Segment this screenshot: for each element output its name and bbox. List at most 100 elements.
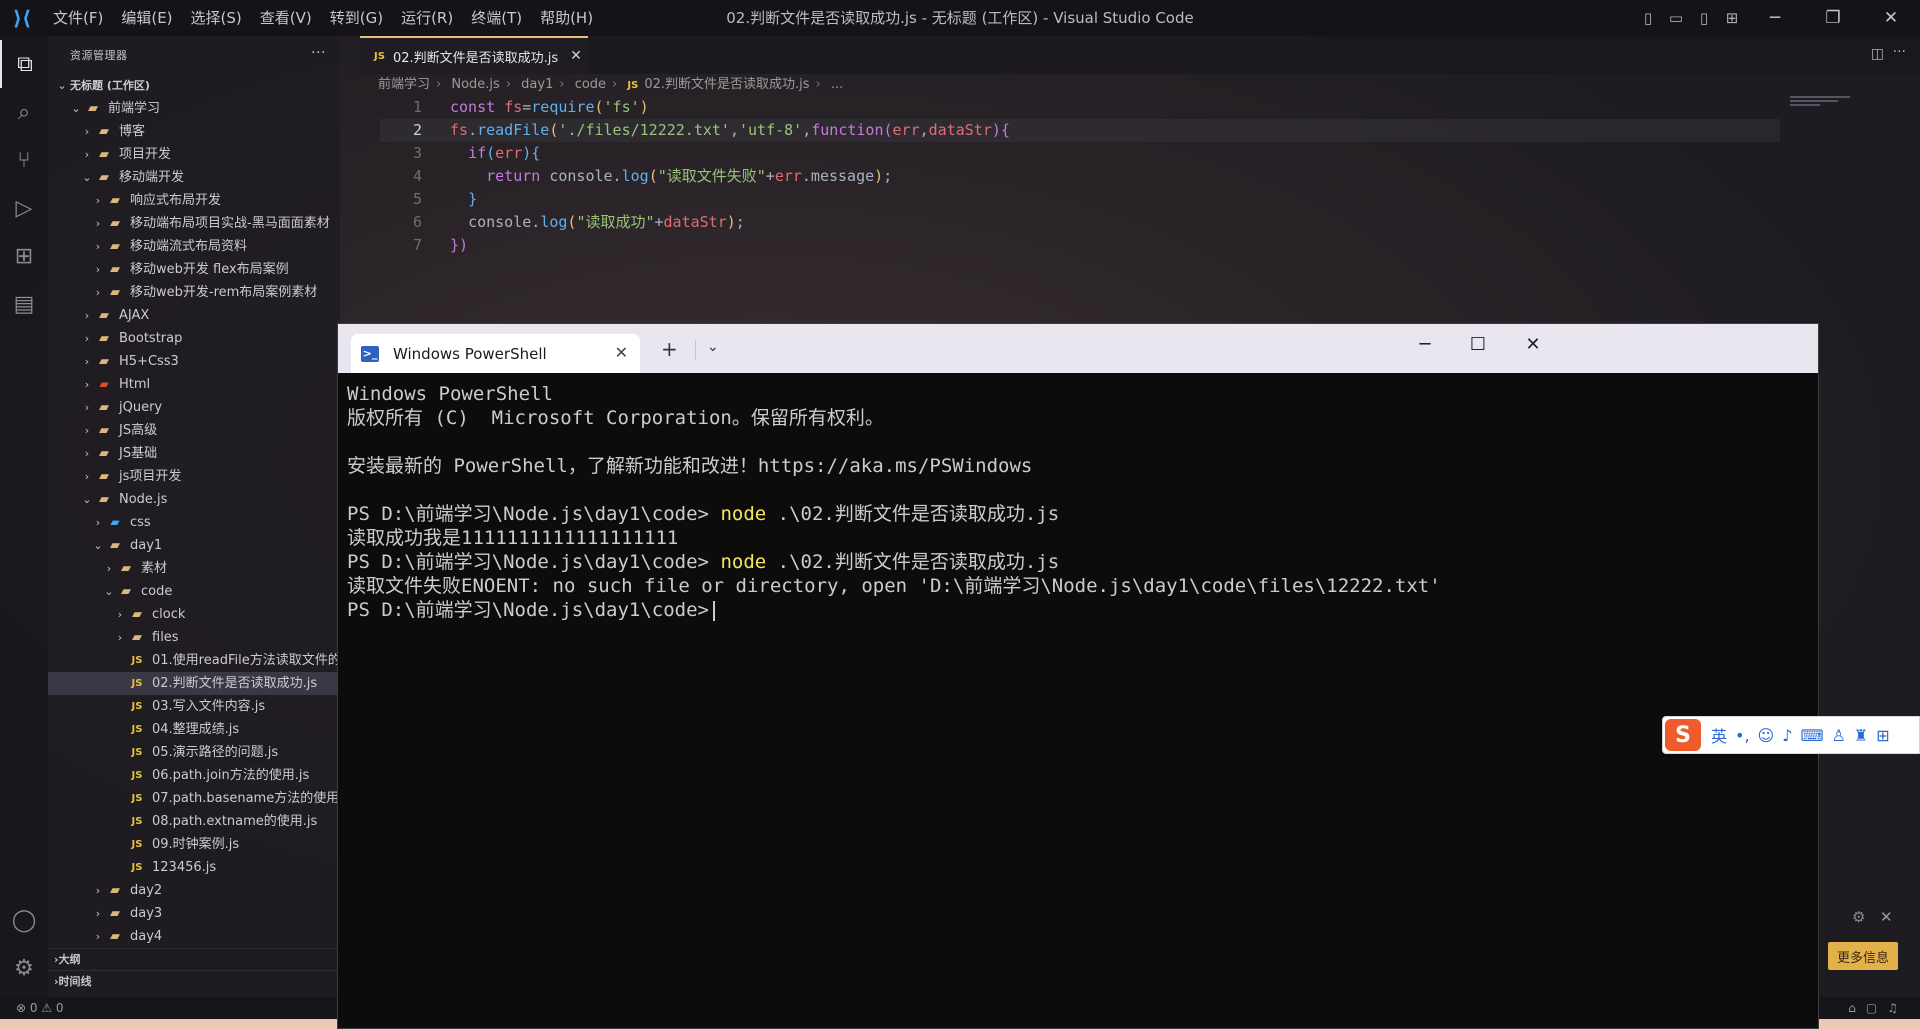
minimize-button[interactable]: ─ <box>1410 334 1440 355</box>
file-row[interactable]: JS 09.时钟案例.js <box>48 833 340 856</box>
folder-row[interactable]: › ▰ JS高级 <box>48 419 340 442</box>
folder-row[interactable]: ⌄ ▰ day1 <box>48 534 340 557</box>
run-debug-icon[interactable]: ▷ <box>0 184 48 232</box>
folder-row[interactable]: › ▰ day3 <box>48 902 340 925</box>
folder-row[interactable]: › ▰ day4 <box>48 925 340 948</box>
ime-toolbar[interactable]: S 英 •, ☺ ♪ ⌨ ♙ ♜ ⊞ <box>1662 716 1920 754</box>
folder-row[interactable]: › ▰ files <box>48 626 340 649</box>
folder-row[interactable]: › ▰ 素材 <box>48 557 340 580</box>
folder-row[interactable]: › ▰ jQuery <box>48 396 340 419</box>
remote-icon[interactable]: ⌂ <box>1848 1001 1866 1015</box>
breadcrumb-item[interactable]: code <box>575 77 606 92</box>
terminal-input-line[interactable]: PS D:\前端学习\Node.js\day1\code> <box>347 598 1441 622</box>
terminal-output[interactable]: Windows PowerShell 版权所有 (C) Microsoft Co… <box>347 382 1441 622</box>
menu-help[interactable]: 帮助(H) <box>531 0 602 36</box>
emoji-icon[interactable]: ☺ <box>1758 726 1775 745</box>
close-window-button[interactable]: ✕ <box>1518 334 1548 355</box>
folder-row[interactable]: › ▰ 移动web开发-rem布局案例素材 <box>48 281 340 304</box>
restore-button[interactable]: ❐ <box>1804 8 1862 28</box>
problems-indicator[interactable]: ⊗ 0 ⚠ 0 <box>16 1001 64 1015</box>
folder-row[interactable]: › ▰ JS基础 <box>48 442 340 465</box>
settings-gear-icon[interactable]: ⚙ <box>0 944 48 992</box>
folder-row[interactable]: › ▰ 响应式布局开发 <box>48 189 340 212</box>
source-control-icon[interactable]: ⑂ <box>0 136 48 184</box>
file-row[interactable]: JS 02.判断文件是否读取成功.js <box>48 672 340 695</box>
split-editor-icon[interactable]: ◫ <box>1871 46 1884 62</box>
punctuation-icon[interactable]: •, <box>1735 726 1750 745</box>
ime-mode-toggle[interactable]: 英 <box>1711 723 1727 747</box>
bell-icon[interactable]: ♫ <box>1887 1001 1908 1015</box>
outline-section[interactable]: ›大纲 <box>48 948 340 970</box>
folder-row[interactable]: › ▰ 移动端布局项目实战-黑马面面素材 <box>48 212 340 235</box>
menu-file[interactable]: 文件(F) <box>44 0 112 36</box>
folder-row[interactable]: › ▰ 移动web开发 flex布局案例 <box>48 258 340 281</box>
folder-row[interactable]: › ▰ 项目开发 <box>48 143 340 166</box>
toggle-sidebar-icon[interactable]: ▯ <box>1634 9 1662 27</box>
notification-settings-icon[interactable]: ⚙ <box>1852 908 1865 926</box>
keyboard-icon[interactable]: ⌨ <box>1800 726 1823 745</box>
code-editor[interactable]: 1 const fs=require('fs') 2 fs.readFile('./… <box>380 96 1780 257</box>
more-info-button[interactable]: 更多信息 <box>1828 942 1898 970</box>
remote-explorer-icon[interactable]: ▤ <box>0 280 48 328</box>
skin-icon[interactable]: ♜ <box>1854 726 1868 745</box>
breadcrumb-item[interactable]: 02.判断文件是否读取成功.js <box>644 77 809 92</box>
breadcrumb-item[interactable]: Node.js <box>451 77 499 92</box>
maximize-button[interactable]: ☐ <box>1463 334 1493 355</box>
editor-more-icon[interactable]: ··· <box>1893 44 1906 60</box>
folder-row[interactable]: › ▰ AJAX <box>48 304 340 327</box>
menu-run[interactable]: 运行(R) <box>392 0 462 36</box>
menu-terminal[interactable]: 终端(T) <box>462 0 531 36</box>
folder-row[interactable]: › ▰ 博客 <box>48 120 340 143</box>
file-row[interactable]: JS 01.使用readFile方法读取文件的内 <box>48 649 340 672</box>
menu-edit[interactable]: 编辑(E) <box>112 0 181 36</box>
terminal-tab[interactable]: >_ Windows PowerShell ✕ <box>351 334 640 373</box>
file-row[interactable]: JS 06.path.join方法的使用.js <box>48 764 340 787</box>
folder-row[interactable]: ⌄ ▰ code <box>48 580 340 603</box>
toggle-secondary-sidebar-icon[interactable]: ▯ <box>1690 9 1718 27</box>
extensions-icon[interactable]: ⊞ <box>0 232 48 280</box>
toolbox-icon[interactable]: ⊞ <box>1876 726 1889 745</box>
close-window-button[interactable]: ✕ <box>1862 8 1920 28</box>
file-row[interactable]: JS 04.整理成绩.js <box>48 718 340 741</box>
menu-selection[interactable]: 选择(S) <box>182 0 251 36</box>
customize-layout-icon[interactable]: ⊞ <box>1718 9 1746 27</box>
menu-view[interactable]: 查看(V) <box>251 0 321 36</box>
folder-row[interactable]: ⌄ ▰ 移动端开发 <box>48 166 340 189</box>
file-row[interactable]: JS 05.演示路径的问题.js <box>48 741 340 764</box>
folder-row[interactable]: › ▰ H5+Css3 <box>48 350 340 373</box>
folder-row[interactable]: ⌄ ▰ Node.js <box>48 488 340 511</box>
chevron-down-icon[interactable]: ⌄ <box>707 339 719 355</box>
breadcrumb-item[interactable]: ... <box>831 77 843 92</box>
minimap[interactable] <box>1790 96 1870 110</box>
file-row[interactable]: JS 08.path.extname的使用.js <box>48 810 340 833</box>
notification-close-icon[interactable]: ✕ <box>1880 908 1893 926</box>
explorer-icon[interactable]: ⧉ <box>0 40 48 88</box>
more-actions-icon[interactable]: ··· <box>311 45 326 61</box>
folder-row[interactable]: › ▰ Bootstrap <box>48 327 340 350</box>
breadcrumb-item[interactable]: 前端学习 <box>378 77 430 92</box>
folder-row[interactable]: › ▰ day2 <box>48 879 340 902</box>
workspace-row[interactable]: ⌄ 无标题 (工作区) <box>48 74 340 97</box>
close-tab-icon[interactable]: ✕ <box>570 48 582 64</box>
folder-row[interactable]: › ▰ js项目开发 <box>48 465 340 488</box>
sogou-logo-icon[interactable]: S <box>1665 719 1701 751</box>
folder-row[interactable]: › ▰ 移动端流式布局资料 <box>48 235 340 258</box>
toggle-panel-icon[interactable]: ▭ <box>1662 9 1690 27</box>
file-row[interactable]: JS 123456.js <box>48 856 340 879</box>
microphone-icon[interactable]: ♪ <box>1782 726 1792 745</box>
tab-active-file[interactable]: JS 02.判断文件是否读取成功.js ✕ <box>360 36 588 74</box>
breadcrumb-item[interactable]: day1 <box>521 77 553 92</box>
folder-row[interactable]: › ▰ css <box>48 511 340 534</box>
account-icon[interactable]: ◯ <box>0 896 48 944</box>
new-tab-icon[interactable]: + <box>661 337 678 361</box>
file-row[interactable]: JS 07.path.basename方法的使用.js <box>48 787 340 810</box>
minimize-button[interactable]: ─ <box>1746 8 1804 28</box>
user-icon[interactable]: ♙ <box>1832 726 1846 745</box>
timeline-section[interactable]: ›时间线 <box>48 970 340 992</box>
copy-icon[interactable]: ▢ <box>1866 1001 1887 1015</box>
close-tab-icon[interactable]: ✕ <box>615 343 628 362</box>
search-icon[interactable]: ⌕ <box>0 88 48 136</box>
folder-row[interactable]: › ▰ clock <box>48 603 340 626</box>
file-row[interactable]: JS 03.写入文件内容.js <box>48 695 340 718</box>
folder-row[interactable]: › ▰ Html <box>48 373 340 396</box>
